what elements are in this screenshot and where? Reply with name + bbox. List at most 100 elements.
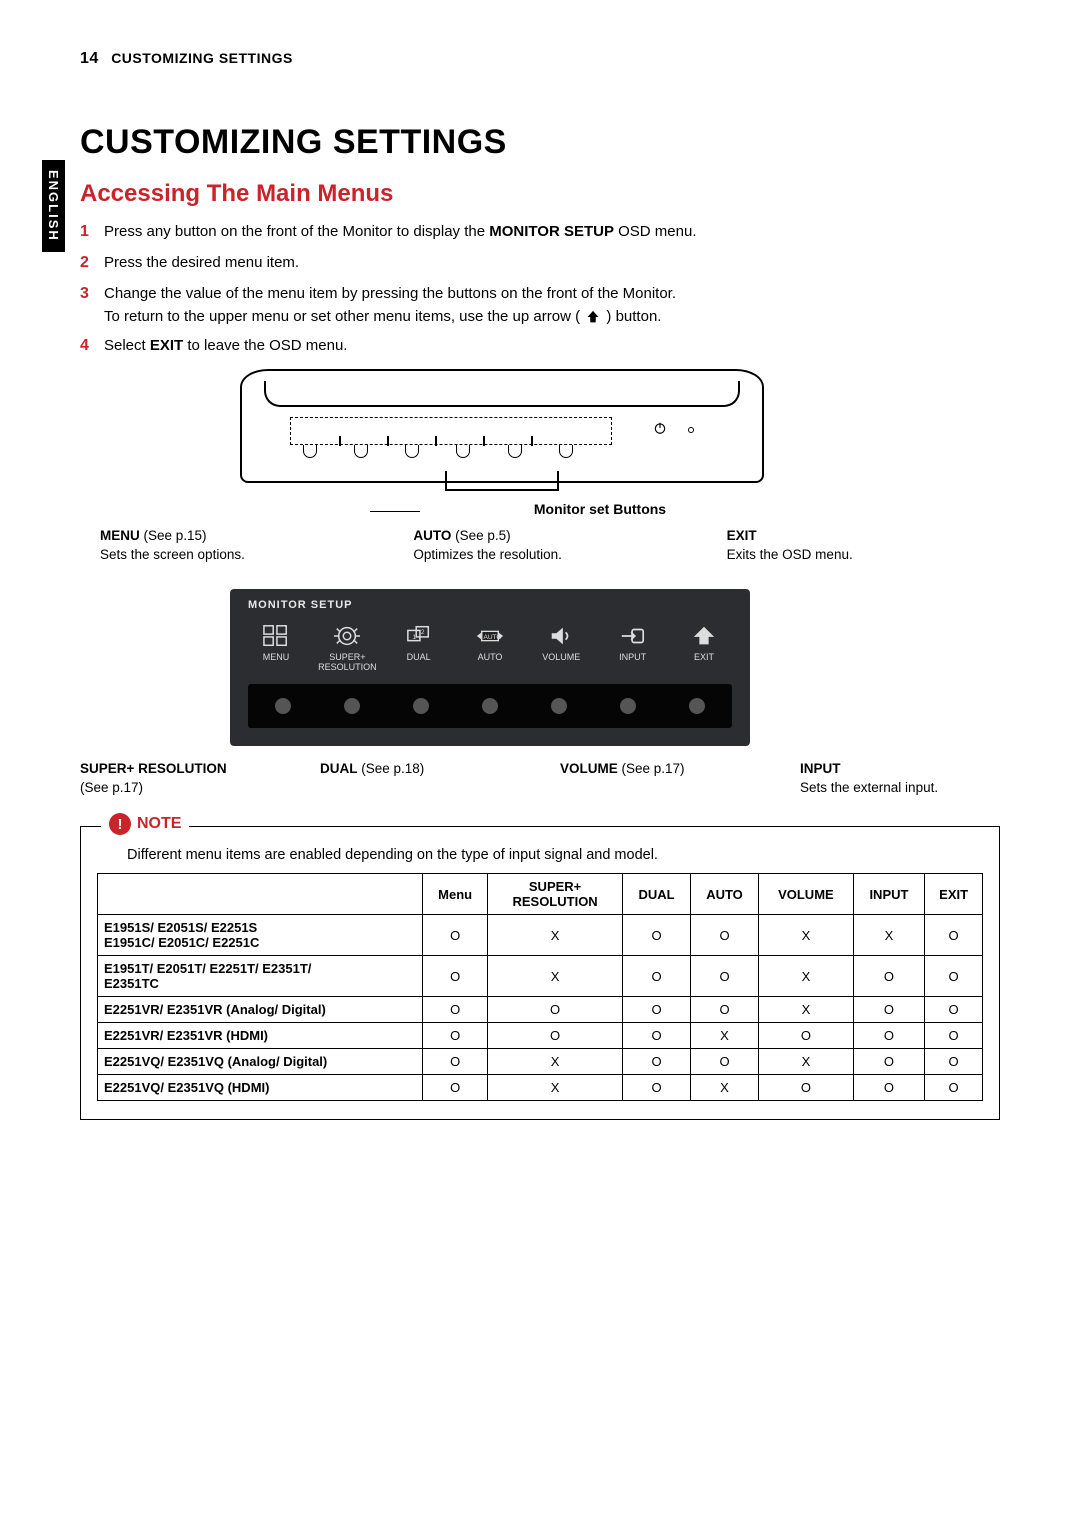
led-icon <box>688 427 694 433</box>
value-cell: X <box>759 997 853 1023</box>
value-cell: O <box>690 915 758 956</box>
note-label: NOTE <box>137 815 181 833</box>
osd-item[interactable]: VOLUME <box>537 623 585 663</box>
step-item: 2Press the desired menu item. <box>80 251 1000 276</box>
step-item: 3Change the value of the menu item by pr… <box>80 282 1000 329</box>
value-cell: O <box>623 956 691 997</box>
value-cell: X <box>759 915 853 956</box>
table-header: INPUT <box>853 874 925 915</box>
osd-item[interactable]: 12DUAL <box>395 623 443 663</box>
running-head-text: CUSTOMIZING SETTINGS <box>111 50 293 66</box>
model-cell: E2251VQ/ E2351VQ (Analog/ Digital) <box>98 1049 423 1075</box>
callout: INPUTSets the external input. <box>800 760 1000 798</box>
osd-button[interactable] <box>275 698 291 714</box>
osd-button[interactable] <box>344 698 360 714</box>
up-arrow-icon <box>584 309 602 325</box>
note-header: ! NOTE <box>101 813 189 835</box>
table-row: E2251VQ/ E2351VQ (HDMI)OXOXOOO <box>98 1075 983 1101</box>
osd-items-row: MENU SUPER+RESOLUTION 12DUAL AUTOAUTO VOLUME… <box>248 619 732 675</box>
osd-button[interactable] <box>620 698 636 714</box>
value-cell: O <box>690 997 758 1023</box>
step-item: 1Press any button on the front of the Mo… <box>80 220 1000 245</box>
svg-text:2: 2 <box>421 629 425 636</box>
section-heading: Accessing The Main Menus <box>80 180 1000 208</box>
osd-button[interactable] <box>551 698 567 714</box>
value-cell: O <box>623 1075 691 1101</box>
value-cell: O <box>487 997 622 1023</box>
value-cell: X <box>759 956 853 997</box>
value-cell: O <box>759 1023 853 1049</box>
figure-caption: Monitor set Buttons <box>430 501 770 517</box>
page-number: 14 <box>80 50 99 67</box>
value-cell: X <box>487 915 622 956</box>
value-cell: X <box>487 1075 622 1101</box>
value-cell: O <box>925 1023 983 1049</box>
value-cell: O <box>925 1075 983 1101</box>
value-cell: X <box>690 1023 758 1049</box>
value-cell: O <box>925 915 983 956</box>
table-row: E2251VR/ E2351VR (Analog/ Digital)OOOOXO… <box>98 997 983 1023</box>
running-head: 14 CUSTOMIZING SETTINGS <box>80 50 1000 68</box>
model-cell: E2251VR/ E2351VR (HDMI) <box>98 1023 423 1049</box>
osd-item[interactable]: MENU <box>252 623 300 663</box>
model-cell: E2251VQ/ E2351VQ (HDMI) <box>98 1075 423 1101</box>
osd-button[interactable] <box>413 698 429 714</box>
compatibility-table: MenuSUPER+RESOLUTIONDUALAUTOVOLUMEINPUTE… <box>97 873 983 1101</box>
table-row: E2251VQ/ E2351VQ (Analog/ Digital)OXOOXO… <box>98 1049 983 1075</box>
callouts-top: MENU (See p.15)Sets the screen options.A… <box>100 527 1000 565</box>
callout: SUPER+ RESOLUTION(See p.17) <box>80 760 280 798</box>
value-cell: O <box>925 956 983 997</box>
value-cell: O <box>487 1023 622 1049</box>
monitor-outline <box>240 369 764 483</box>
value-cell: O <box>423 1023 488 1049</box>
page-title: CUSTOMIZING SETTINGS <box>80 123 1000 162</box>
table-row: E1951S/ E2051S/ E2251SE1951C/ E2051C/ E2… <box>98 915 983 956</box>
callouts-bottom: SUPER+ RESOLUTION(See p.17) DUAL (See p.1… <box>80 760 1000 798</box>
monitor-figure: Monitor set Buttons <box>230 369 770 517</box>
table-header: DUAL <box>623 874 691 915</box>
value-cell: O <box>423 915 488 956</box>
table-row: E2251VR/ E2351VR (HDMI)OOOXOOO <box>98 1023 983 1049</box>
note-box: ! NOTE Different menu items are enabled … <box>80 826 1000 1120</box>
steps-list: 1Press any button on the front of the Mo… <box>80 220 1000 359</box>
value-cell: X <box>487 1049 622 1075</box>
value-cell: X <box>690 1075 758 1101</box>
value-cell: X <box>759 1049 853 1075</box>
callout: VOLUME (See p.17) <box>560 760 760 798</box>
value-cell: O <box>623 997 691 1023</box>
callout: DUAL (See p.18) <box>320 760 520 798</box>
callout: MENU (See p.15)Sets the screen options. <box>100 527 373 565</box>
value-cell: O <box>853 1049 925 1075</box>
value-cell: O <box>623 1023 691 1049</box>
model-cell: E2251VR/ E2351VR (Analog/ Digital) <box>98 997 423 1023</box>
power-icon <box>653 421 667 435</box>
table-header: EXIT <box>925 874 983 915</box>
model-cell: E1951S/ E2051S/ E2251SE1951C/ E2051C/ E2… <box>98 915 423 956</box>
value-cell: O <box>623 1049 691 1075</box>
osd-item[interactable]: SUPER+RESOLUTION <box>323 623 371 673</box>
value-cell: O <box>690 1049 758 1075</box>
value-cell: O <box>690 956 758 997</box>
osd-item[interactable]: EXIT <box>680 623 728 663</box>
note-icon: ! <box>109 813 131 835</box>
table-header: Menu <box>423 874 488 915</box>
osd-button[interactable] <box>689 698 705 714</box>
value-cell: X <box>853 915 925 956</box>
value-cell: O <box>623 915 691 956</box>
value-cell: O <box>423 1075 488 1101</box>
svg-text:1: 1 <box>412 633 416 640</box>
value-cell: X <box>487 956 622 997</box>
osd-button[interactable] <box>482 698 498 714</box>
table-header: VOLUME <box>759 874 853 915</box>
language-tab: ENGLISH <box>42 160 65 252</box>
step-item: 4Select EXIT to leave the OSD menu. <box>80 334 1000 359</box>
osd-item[interactable]: AUTOAUTO <box>466 623 514 663</box>
callout: EXITExits the OSD menu. <box>727 527 1000 565</box>
table-header: SUPER+RESOLUTION <box>487 874 622 915</box>
value-cell: O <box>853 997 925 1023</box>
table-header: AUTO <box>690 874 758 915</box>
value-cell: O <box>423 1049 488 1075</box>
table-row: E1951T/ E2051T/ E2251T/ E2351T/E2351TCOX… <box>98 956 983 997</box>
osd-item[interactable]: INPUT <box>609 623 657 663</box>
value-cell: O <box>853 956 925 997</box>
